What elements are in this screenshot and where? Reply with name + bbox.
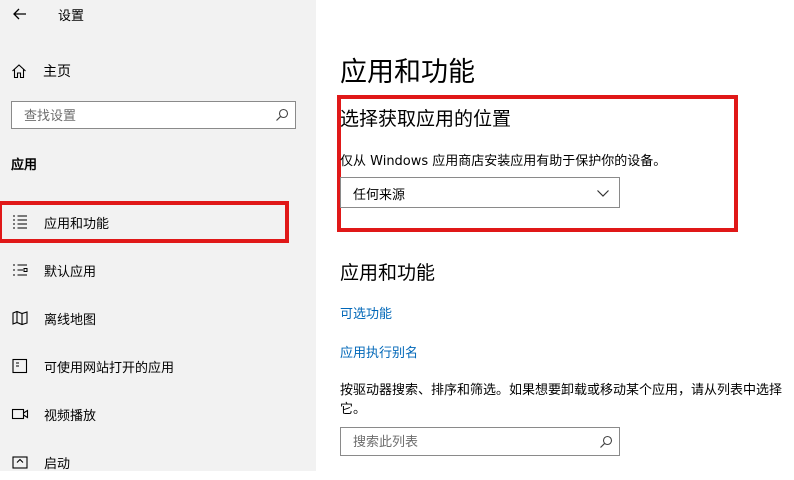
sidebar-item-label: 默认应用	[44, 264, 97, 280]
install-section-description: 仅从 Windows 应用商店安装应用有助于保护你的设备。	[340, 154, 667, 169]
default-apps-icon	[13, 264, 28, 276]
sidebar-item-default-apps[interactable]: 默认应用	[0, 252, 316, 288]
apps-list-search-input[interactable]	[351, 428, 595, 457]
website-apps-icon	[12, 358, 28, 374]
offline-map-icon	[12, 310, 28, 326]
sidebar-item-label: 可使用网站打开的应用	[44, 360, 175, 376]
back-button[interactable]	[8, 2, 32, 26]
install-source-dropdown[interactable]: 任何来源	[340, 177, 620, 208]
optional-features-link[interactable]: 可选功能	[340, 303, 392, 322]
chevron-down-icon	[597, 190, 609, 197]
sidebar-item-startup[interactable]: 启动	[0, 444, 316, 480]
startup-icon	[12, 456, 28, 469]
back-arrow-icon	[13, 8, 26, 20]
apps-section-description: 按驱动器搜索、排序和筛选。如果想要卸载或移动某个应用，请从列表中选择它。	[340, 383, 783, 417]
sidebar-item-label: 启动	[44, 456, 71, 472]
settings-search-input[interactable]	[22, 102, 276, 130]
sidebar-section-heading: 应用	[11, 158, 38, 173]
search-icon[interactable]	[599, 435, 613, 449]
install-section-title: 选择获取应用的位置	[340, 108, 512, 130]
sidebar-item-label: 离线地图	[44, 312, 97, 328]
page-title: 应用和功能	[340, 57, 475, 88]
app-execution-alias-link[interactable]: 应用执行别名	[340, 342, 418, 361]
home-nav-item[interactable]: 主页	[10, 60, 71, 82]
highlight-box-apps-features	[0, 201, 289, 243]
dropdown-value: 任何来源	[353, 188, 406, 203]
settings-search-box[interactable]	[11, 101, 296, 130]
home-icon	[12, 64, 26, 79]
search-icon[interactable]	[275, 108, 289, 122]
window-title: 设置	[58, 9, 85, 24]
video-icon	[11, 408, 29, 420]
sidebar-item-label: 视频播放	[44, 408, 97, 424]
sidebar-item-offline-maps[interactable]: 离线地图	[0, 300, 316, 336]
apps-section-title: 应用和功能	[340, 262, 436, 284]
apps-list-search-box[interactable]	[340, 427, 620, 457]
sidebar-item-video-playback[interactable]: 视频播放	[0, 396, 316, 432]
home-label: 主页	[43, 64, 71, 80]
sidebar-item-website-apps[interactable]: 可使用网站打开的应用	[0, 348, 316, 384]
